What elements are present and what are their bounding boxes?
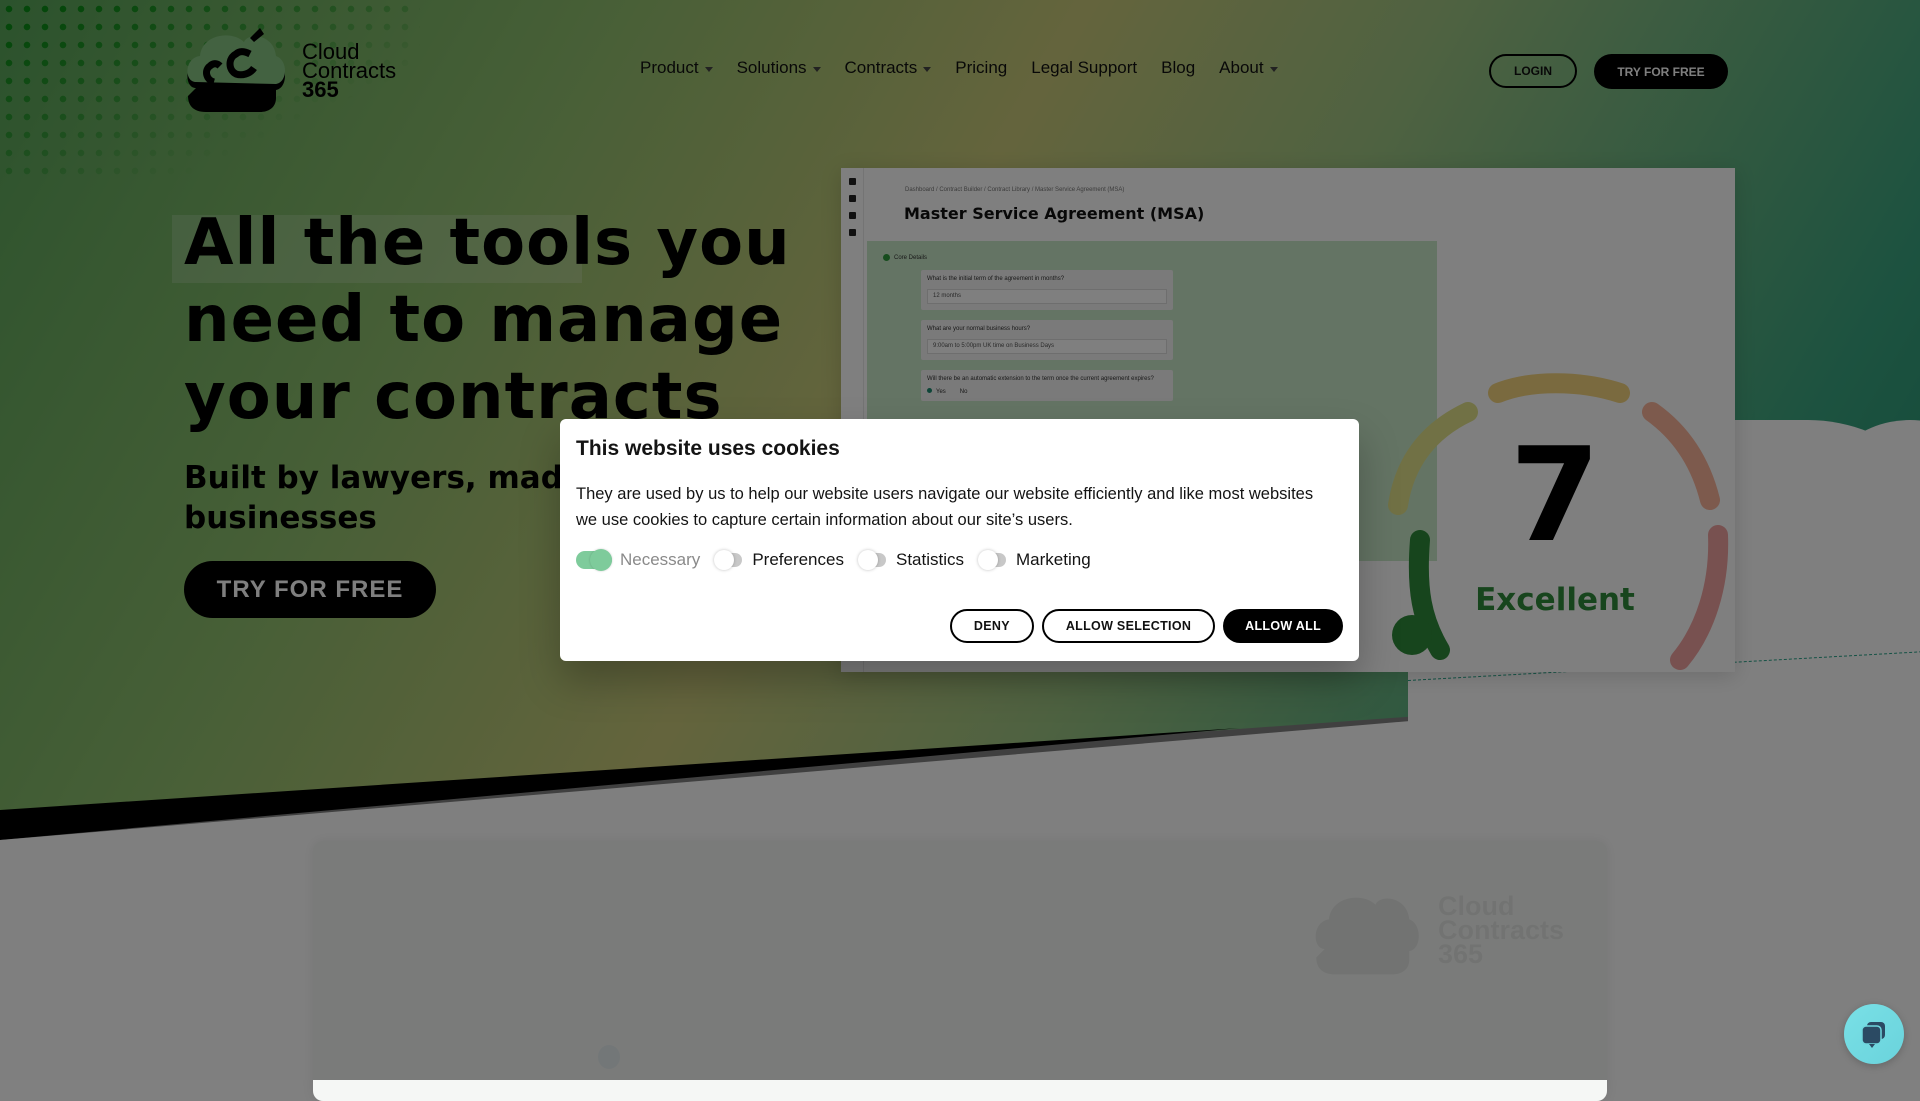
cookie-dialog-buttons: DENY ALLOW SELECTION ALLOW ALL — [949, 609, 1343, 643]
cookie-dialog-body: They are used by us to help our website … — [576, 485, 1314, 529]
allow-all-button[interactable]: ALLOW ALL — [1223, 609, 1343, 643]
cookie-consent-dialog: This website uses cookies They are used … — [560, 419, 1359, 661]
toggle-switch-statistics[interactable] — [857, 550, 888, 570]
toggle-switch-necessary — [576, 549, 612, 571]
toggle-preferences[interactable]: Preferences — [714, 550, 844, 570]
toggle-label: Marketing — [1016, 550, 1091, 569]
cookie-dialog-title: This website uses cookies — [576, 437, 840, 460]
toggle-statistics[interactable]: Statistics — [857, 550, 965, 570]
cookie-toggles: Necessary Preferences Statistics Marketi… — [576, 549, 1091, 571]
toggle-marketing[interactable]: Marketing — [978, 550, 1091, 570]
toggle-switch-marketing[interactable] — [978, 550, 1008, 570]
chat-widget-button[interactable] — [1844, 1004, 1904, 1064]
chat-bubble-icon — [1861, 1022, 1885, 1048]
deny-button[interactable]: DENY — [949, 609, 1034, 643]
toggle-label: Preferences — [752, 550, 844, 569]
toggle-label: Statistics — [895, 550, 965, 569]
allow-selection-button[interactable]: ALLOW SELECTION — [1041, 609, 1216, 643]
toggle-switch-preferences[interactable] — [714, 550, 744, 570]
toggle-label: Necessary — [620, 550, 701, 569]
toggle-necessary: Necessary — [576, 549, 701, 571]
